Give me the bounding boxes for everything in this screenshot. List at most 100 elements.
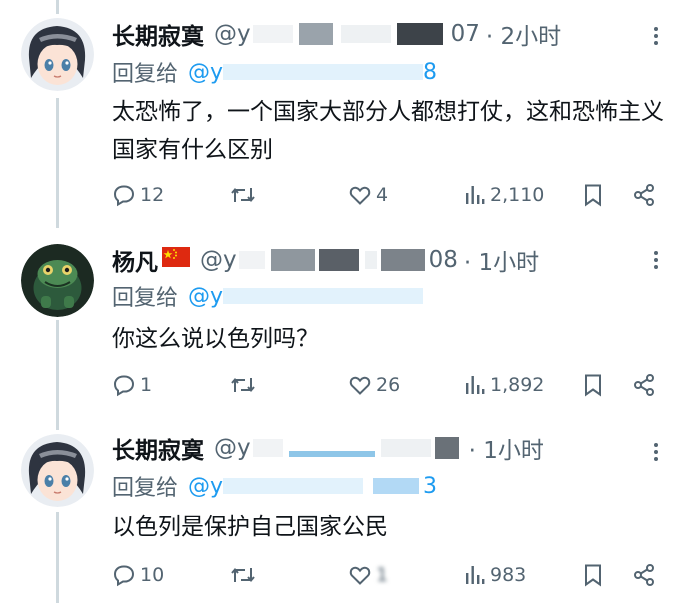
views-button[interactable]: 983 [464,558,526,592]
like-count: 1 [376,564,389,586]
like-button[interactable]: 4 [348,178,388,212]
green-creature-avatar-icon [21,244,94,317]
reply-button[interactable]: 12 [112,178,164,212]
share-icon [634,184,654,206]
handle-prefix: @y [214,21,251,47]
display-name[interactable]: 长期寂寞 [112,431,204,465]
bookmark-icon [585,564,601,587]
reply-to-handle[interactable]: @y 3 [188,474,437,499]
more-icon[interactable] [644,440,668,464]
reply-icon [113,565,135,587]
more-icon[interactable] [644,248,668,272]
replying-to: 回复给 @y 3 [112,470,437,502]
share-icon [634,374,654,396]
like-button[interactable]: 1 [348,558,388,592]
timestamp[interactable]: · 1小时 [469,431,544,465]
share-button[interactable] [632,178,656,212]
reply-header: 长期寂寞 @y 07 · 2小时 [112,16,561,52]
reply-to-label: 回复给 [112,62,179,87]
views-icon [466,566,485,584]
reply-to-label: 回复给 [112,476,179,501]
redacted-reply-handle [223,476,423,496]
redacted-reply-handle [223,286,424,306]
reply-count: 10 [140,564,165,586]
timestamp[interactable]: · 1小时 [464,243,539,277]
reply-icon [113,375,135,397]
user-handle[interactable]: @y 08 [200,247,458,273]
bookmark-button[interactable] [582,558,604,592]
views-icon [466,376,485,394]
reply-item[interactable]: 长期寂寞 @y 07 · 2小时 回复给 @y 8 太恐怖了，一个国家大部分人都… [0,0,690,222]
anime-girl-avatar-icon [21,434,94,507]
retweet-icon [231,377,255,393]
action-bar: 12 4 2,110 [112,178,672,212]
reply-count: 1 [140,374,153,396]
anime-girl-avatar-icon [21,18,94,91]
like-icon [349,186,371,205]
reply-icon [113,185,135,207]
share-button[interactable] [632,558,656,592]
reply-to-label: 回复给 [112,286,179,311]
bookmark-button[interactable] [582,178,604,212]
china-flag-icon [162,247,190,273]
reply-item[interactable]: 长期寂寞 @y · 1小时 回复给 @y 3 以色列是保护自己国家公民 10 1… [0,418,690,603]
like-button[interactable]: 26 [348,368,400,402]
reply-to-handle[interactable]: @y 8 [188,60,437,85]
retweet-icon [231,567,255,583]
retweet-button[interactable] [230,178,256,212]
bookmark-icon [585,184,601,207]
reply-handle-suffix: 8 [423,59,438,85]
views-count: 1,892 [490,374,545,396]
reply-handle-prefix: @y [188,283,224,309]
reply-header: 杨凡 @y 08 · 1小时 [112,242,539,278]
avatar[interactable] [21,244,94,317]
redacted-handle [238,249,429,271]
display-name[interactable]: 长期寂寞 [112,17,204,51]
reply-header: 长期寂寞 @y · 1小时 [112,430,544,466]
bookmark-button[interactable] [582,368,604,402]
views-count: 983 [490,564,527,586]
reply-text: 太恐怖了，一个国家大部分人都想打仗，这和恐怖主义国家有什么区别 [112,99,664,163]
reply-item[interactable]: 杨凡 @y 08 · 1小时 回复给 @y 你这么说以色列吗？ 1 26 1,8… [0,222,690,418]
timestamp[interactable]: · 2小时 [486,17,561,51]
handle-prefix: @y [200,247,237,273]
reply-button[interactable]: 10 [112,558,164,592]
user-handle[interactable]: @y [214,435,463,461]
like-icon [349,376,371,395]
views-count: 2,110 [490,184,545,206]
action-bar: 10 1 983 [112,558,672,592]
reply-handle-suffix: 3 [423,473,438,499]
share-icon [634,564,654,586]
handle-prefix: @y [214,435,251,461]
retweet-icon [231,187,255,203]
reply-to-handle[interactable]: @y [188,283,424,309]
display-name[interactable]: 杨凡 [112,243,158,277]
user-handle[interactable]: @y 07 [214,21,480,47]
more-icon[interactable] [644,24,668,48]
views-button[interactable]: 2,110 [464,178,544,212]
avatar[interactable] [21,434,94,507]
like-count: 4 [376,184,389,206]
reply-text: 以色列是保护自己国家公民 [112,514,388,540]
redacted-handle [252,23,451,45]
replying-to: 回复给 @y [112,280,424,312]
reply-handle-prefix: @y [188,59,224,85]
bookmark-icon [585,374,601,397]
reply-thread: 长期寂寞 @y 07 · 2小时 回复给 @y 8 太恐怖了，一个国家大部分人都… [0,0,690,603]
retweet-button[interactable] [230,368,256,402]
retweet-button[interactable] [230,558,256,592]
views-icon [466,186,485,204]
avatar[interactable] [21,18,94,91]
share-button[interactable] [632,368,656,402]
action-bar: 1 26 1,892 [112,368,672,402]
replying-to: 回复给 @y 8 [112,56,437,88]
reply-handle-prefix: @y [188,473,224,499]
redacted-reply-handle [223,62,424,82]
handle-suffix: 08 [428,247,458,273]
like-icon [349,566,371,585]
views-button[interactable]: 1,892 [464,368,544,402]
reply-count: 12 [140,184,165,206]
redacted-handle [252,437,463,459]
handle-suffix: 07 [450,21,480,47]
reply-button[interactable]: 1 [112,368,152,402]
